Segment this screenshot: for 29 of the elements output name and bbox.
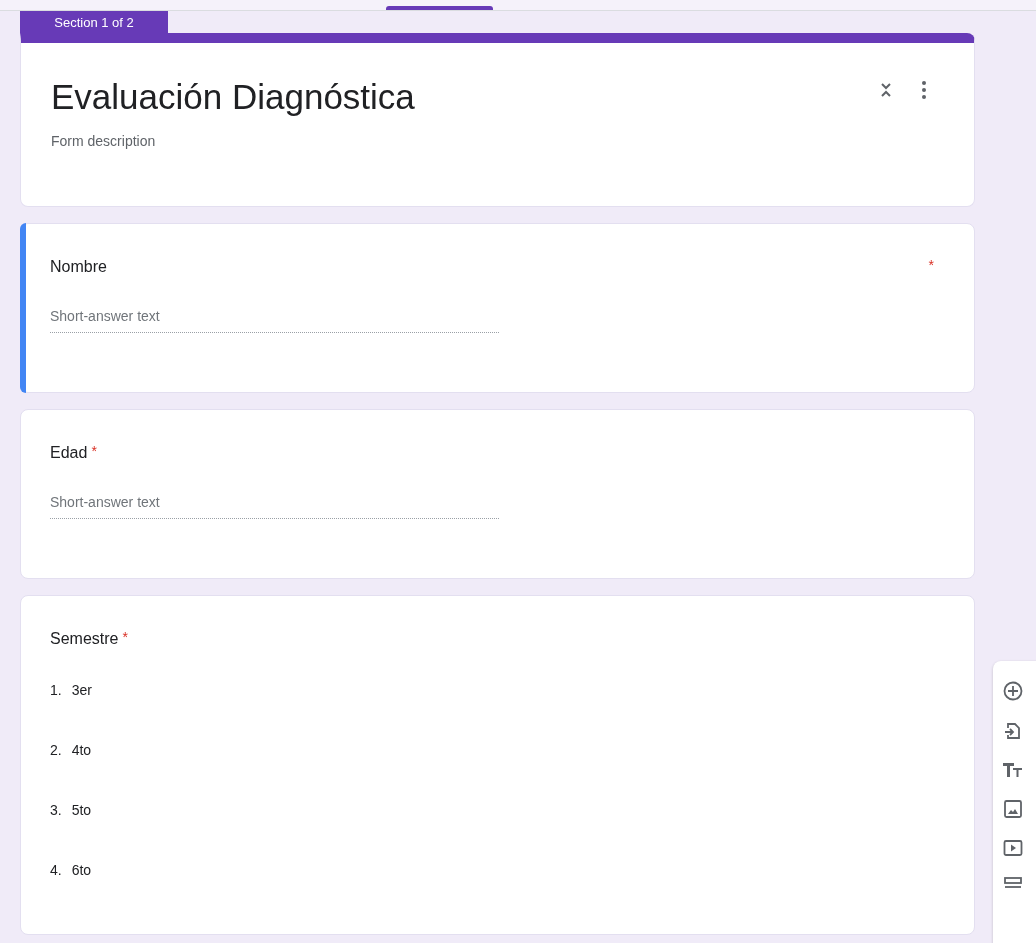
section-icon[interactable] [1003, 877, 1023, 891]
add-question-icon[interactable] [1003, 681, 1023, 701]
option-number: 4. [50, 862, 62, 878]
video-icon[interactable] [1003, 839, 1023, 857]
question-card[interactable]: Edad * Short-answer text [20, 409, 975, 579]
option-label: 4to [71, 742, 92, 758]
option-label: 5to [71, 802, 92, 818]
form-title[interactable]: Evaluación Diagnóstica [51, 75, 880, 119]
short-answer-field[interactable]: Short-answer text [50, 494, 499, 519]
short-answer-field[interactable]: Short-answer text [50, 308, 499, 333]
collapse-icon[interactable] [880, 82, 892, 98]
title-icon[interactable] [1003, 761, 1023, 779]
form-description-field[interactable]: Form description [51, 133, 156, 149]
import-icon[interactable] [1003, 721, 1023, 741]
required-asterisk: * [122, 628, 128, 646]
question-title: Semestre [50, 629, 119, 649]
option-number: 3. [50, 802, 62, 818]
option-number: 2. [50, 742, 62, 758]
question-card[interactable]: Nombre * Short-answer text [20, 223, 975, 393]
question-title: Edad [50, 443, 88, 463]
required-asterisk: * [91, 442, 97, 460]
option-label: 3er [71, 682, 92, 698]
more-options-icon[interactable] [922, 81, 926, 99]
question-title: Nombre [50, 257, 107, 277]
image-icon[interactable] [1003, 799, 1023, 819]
option-label: 6to [71, 862, 92, 878]
required-asterisk: * [928, 256, 934, 274]
question-card[interactable]: Semestre * 1. 3er 2. 4to 3. 5to 4. 6to [20, 595, 975, 935]
option-number: 1. [50, 682, 62, 698]
